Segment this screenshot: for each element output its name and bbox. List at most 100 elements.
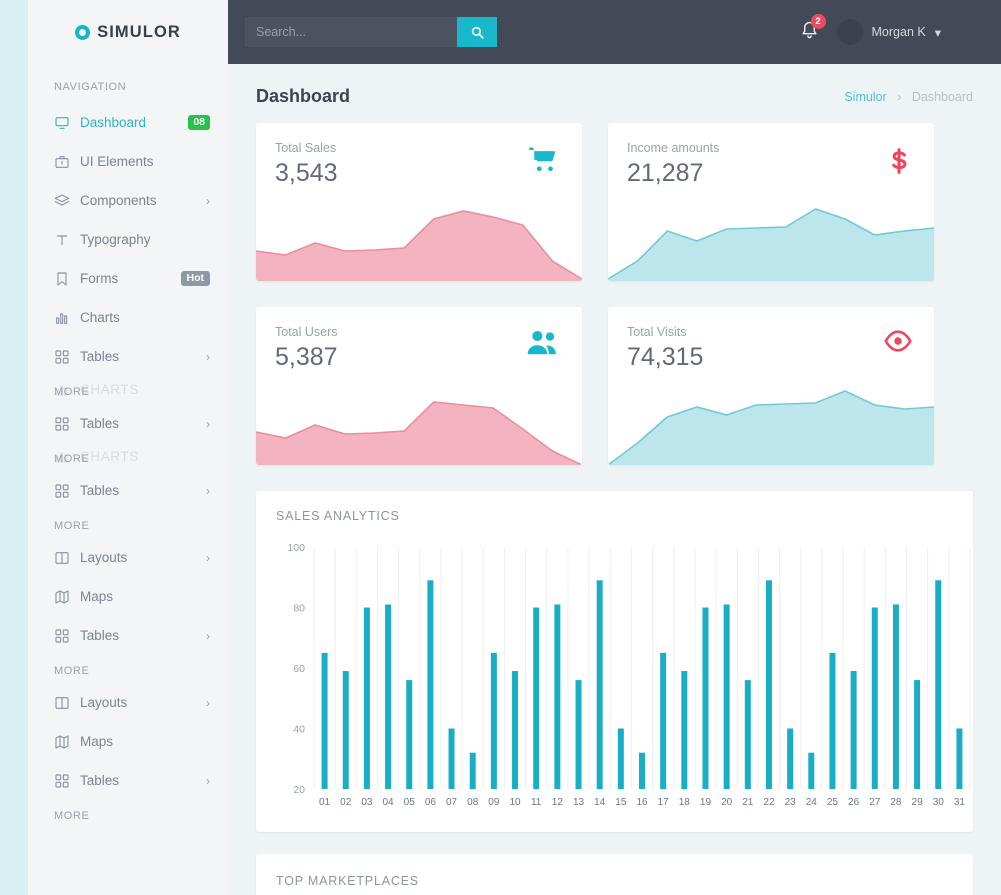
briefcase-icon [54, 154, 80, 170]
stat-value: 74,315 [627, 343, 704, 371]
sidebar-item-label: Components [80, 193, 157, 208]
charts-icon [56, 451, 68, 463]
breadcrumb-root[interactable]: Simulor [844, 90, 886, 104]
sidebar-item-layouts[interactable]: Layouts › [28, 683, 228, 722]
svg-text:02: 02 [340, 797, 352, 808]
dashboard-icon [54, 115, 80, 131]
svg-text:14: 14 [594, 797, 606, 808]
page-title: Dashboard [256, 86, 351, 106]
layouts-icon [54, 550, 80, 566]
bookmark-icon [54, 271, 80, 287]
chevron-right-icon: › [206, 550, 210, 565]
sidebar-item-forms[interactable]: Forms Hot [28, 259, 228, 298]
svg-text:18: 18 [679, 797, 691, 808]
chevron-right-icon: › [206, 483, 210, 498]
stat-card-grid: Total Sales 3,543 Income amounts 21,287 To… [228, 123, 1001, 465]
sidebar-item-tables[interactable]: Tables › [28, 471, 228, 510]
maps-icon [55, 734, 69, 749]
stat-icon [526, 329, 560, 360]
dashboard-page: SIMULOR NAVIGATION Dashboard 08 UI Element… [0, 0, 1001, 895]
sidebar-item-label: UI Elements [80, 154, 154, 169]
sales-analytics-card: SALES ANALYTICS 20 40 60 80 100 01 02 03 04 05 06 0… [256, 491, 973, 832]
chevron-right-icon: › [206, 695, 210, 710]
svg-text:15: 15 [615, 797, 627, 808]
stat-label: Income amounts [627, 141, 720, 155]
tables-icon [54, 628, 80, 644]
eye-icon [884, 330, 912, 352]
notifications-button[interactable]: 2 [800, 14, 826, 44]
briefcase-icon [55, 155, 69, 168]
sidebar-item-maps[interactable]: Maps [28, 722, 228, 761]
svg-text:12: 12 [552, 797, 564, 808]
charts-icon [54, 382, 80, 398]
dashboard-icon [55, 116, 69, 129]
layers-icon [54, 193, 80, 209]
sales-analytics-title: SALES ANALYTICS [276, 509, 400, 523]
sidebar-item-label: Layouts [80, 550, 128, 565]
svg-text:29: 29 [912, 797, 924, 808]
sidebar-section-more: MORE [54, 810, 90, 822]
sparkline-chart [256, 201, 582, 281]
sidebar-item-label: Tables [80, 483, 120, 498]
svg-text:40: 40 [293, 724, 305, 736]
sidebar-item-tables[interactable]: Tables › [28, 404, 228, 443]
sidebar-item-tables[interactable]: Tables › [28, 337, 228, 376]
sales-analytics-chart: 20 40 60 80 100 01 02 03 04 05 06 07 08 09 10 11 12 13 14 1… [276, 539, 971, 822]
svg-text:100: 100 [287, 542, 305, 554]
sidebar-item-ui-elements[interactable]: UI Elements [28, 142, 228, 181]
svg-text:21: 21 [742, 797, 754, 808]
top-marketplaces-card: TOP MARKETPLACES [256, 854, 973, 895]
svg-text:28: 28 [890, 797, 902, 808]
brand-logo[interactable]: SIMULOR [28, 0, 228, 65]
sidebar-item-label: Charts [80, 310, 120, 325]
sidebar-item-tables[interactable]: Tables › [28, 616, 228, 655]
sidebar-section-more: MORE Charts [28, 376, 228, 404]
sidebar-item-tables[interactable]: Tables › [28, 761, 228, 800]
charts-icon [54, 310, 80, 326]
tables-icon [55, 349, 69, 364]
header-actions: 2 Morgan K ▾ [800, 14, 1001, 45]
svg-text:04: 04 [383, 797, 395, 808]
sidebar-item-typography[interactable]: Typography [28, 220, 228, 259]
sidebar: SIMULOR NAVIGATION Dashboard 08 UI Element… [28, 0, 228, 895]
sidebar-item-layouts[interactable]: Layouts › [28, 538, 228, 577]
sparkline-chart [256, 385, 582, 465]
search-input[interactable] [245, 17, 457, 47]
tables-icon [55, 773, 69, 788]
stat-value: 3,543 [275, 159, 338, 187]
sidebar-item-label: Maps [80, 589, 114, 604]
stat-icon [526, 145, 560, 178]
sidebar-item-label: Tables [80, 416, 120, 431]
svg-text:03: 03 [361, 797, 373, 808]
sidebar-item-dashboard[interactable]: Dashboard 08 [28, 103, 228, 142]
sidebar-item-maps[interactable]: Maps [28, 577, 228, 616]
search-button[interactable] [457, 17, 497, 47]
sidebar-item-charts[interactable]: Charts [28, 298, 228, 337]
maps-icon [54, 589, 80, 605]
sidebar-item-label: Tables [80, 628, 120, 643]
sidebar-item-label: Charts [80, 449, 139, 464]
svg-text:17: 17 [658, 797, 670, 808]
svg-text:06: 06 [425, 797, 437, 808]
tables-icon [55, 628, 69, 643]
user-menu[interactable]: Morgan K ▾ [836, 19, 941, 45]
sidebar-item-components[interactable]: Components › [28, 181, 228, 220]
svg-text:08: 08 [467, 797, 479, 808]
bookmark-icon [57, 271, 67, 286]
stat-card-total-visits: Total Visits 74,315 [608, 307, 934, 465]
sidebar-section-more: MORE [54, 520, 90, 532]
dollar-icon [892, 148, 907, 174]
stat-label: Total Users [275, 325, 338, 339]
svg-text:05: 05 [404, 797, 416, 808]
user-name: Morgan K [871, 25, 926, 39]
breadcrumb: Simulor › Dashboard [844, 90, 973, 104]
sidebar-item-label: Tables [80, 773, 120, 788]
layouts-icon [55, 696, 69, 709]
maps-icon [54, 734, 80, 750]
stat-icon [884, 329, 912, 356]
svg-text:16: 16 [636, 797, 648, 808]
layouts-icon [54, 695, 80, 711]
ring-logo-icon [75, 25, 91, 40]
svg-text:09: 09 [488, 797, 500, 808]
sidebar-item-label: Charts [80, 382, 139, 397]
